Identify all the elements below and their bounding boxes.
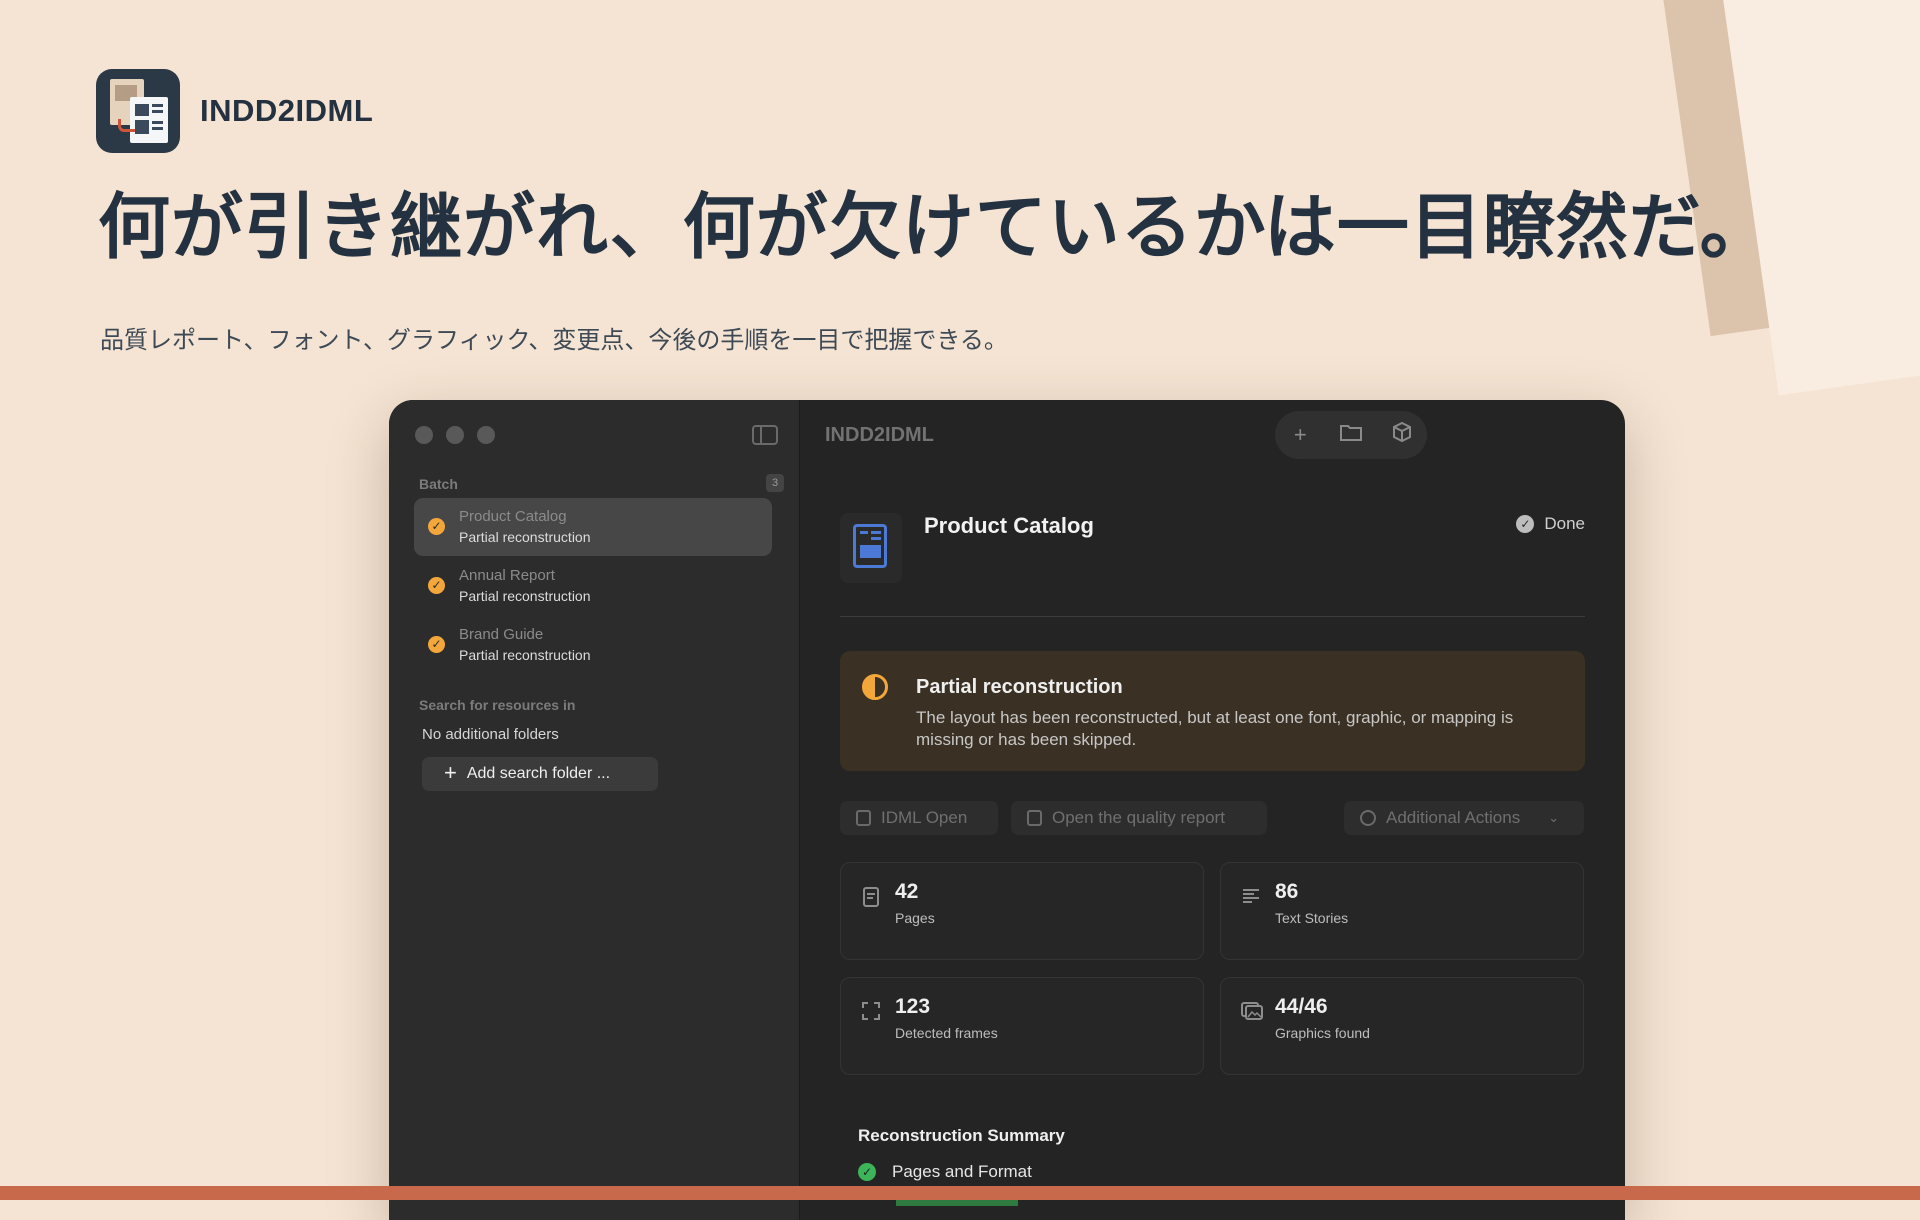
- plus-icon[interactable]: +: [1275, 422, 1326, 448]
- stat-label: Detected frames: [895, 1025, 998, 1041]
- stat-value: 86: [1275, 880, 1299, 903]
- additional-actions-menu[interactable]: Additional Actions ⌄: [1344, 801, 1584, 835]
- batch-section-label: Batch: [419, 476, 458, 492]
- stat-value: 42: [895, 880, 919, 903]
- add-search-folder-label: Add search folder ...: [466, 765, 611, 782]
- add-search-folder-button[interactable]: + Add search folder ...: [422, 757, 658, 791]
- window-title: INDD2IDML: [825, 424, 934, 446]
- headline: 何が引き継がれ、何が欠けているかは一目瞭然だ。: [98, 188, 1773, 268]
- toolbar-file-group: +: [1275, 411, 1427, 459]
- quality-report-label: Open the quality report: [1052, 808, 1225, 827]
- partial-reconstruction-alert: Partial reconstruction The layout has be…: [840, 651, 1585, 771]
- batch-item-status: Partial reconstruction: [459, 529, 591, 545]
- alert-title: Partial reconstruction: [916, 676, 1123, 698]
- batch-item-brand-guide[interactable]: ✓ Brand Guide Partial reconstruction: [414, 616, 772, 674]
- search-resources-label: Search for resources in: [419, 697, 576, 713]
- bottom-accent-band: [0, 1186, 1920, 1200]
- sidebar-toggle-icon[interactable]: [752, 425, 778, 445]
- open-quality-report-button[interactable]: Open the quality report: [1011, 801, 1267, 835]
- subheadline: 品質レポート、フォント、グラフィック、変更点、今後の手順を一目で把握できる。: [100, 327, 1008, 354]
- app-window: Batch 3 ✓ Product Catalog Partial recons…: [389, 400, 1625, 1220]
- detail-pane: INDD2IDML + → ? i Product Catalog: [800, 400, 1625, 1220]
- batch-item-status: Partial reconstruction: [459, 588, 591, 604]
- done-check-icon: ✓: [1516, 515, 1535, 533]
- minimize-window-button[interactable]: [446, 426, 464, 444]
- open-external-icon: [856, 810, 871, 826]
- text-lines-icon: [1241, 887, 1261, 910]
- status-done: ✓ Done: [1516, 514, 1585, 534]
- batch-item-title: Annual Report: [459, 567, 555, 584]
- close-window-button[interactable]: [415, 426, 433, 444]
- idml-open-button[interactable]: IDML Open: [840, 801, 998, 835]
- stat-card-pages: 42 Pages: [840, 862, 1204, 960]
- half-circle-icon: [862, 674, 888, 700]
- idml-open-label: IDML Open: [881, 808, 968, 827]
- batch-item-annual-report[interactable]: ✓ Annual Report Partial reconstruction: [414, 557, 772, 615]
- summary-row-pages-format: ✓ Pages and Format: [858, 1162, 1032, 1182]
- stat-card-graphics-found: 44/46 Graphics found: [1220, 977, 1584, 1075]
- window-controls: [415, 426, 495, 444]
- zoom-window-button[interactable]: [477, 426, 495, 444]
- additional-actions-label: Additional Actions: [1386, 808, 1521, 827]
- success-check-icon: ✓: [858, 1163, 876, 1181]
- report-icon: [1027, 810, 1042, 826]
- stat-label: Pages: [895, 910, 935, 926]
- document-title: Product Catalog: [924, 513, 1094, 538]
- alert-body: The layout has been reconstructed, but a…: [916, 708, 1514, 749]
- package-icon[interactable]: [1376, 421, 1427, 449]
- plus-icon: +: [444, 760, 457, 785]
- status-done-label: Done: [1544, 514, 1585, 533]
- warning-check-icon: ✓: [428, 636, 445, 653]
- warning-check-icon: ✓: [428, 518, 445, 535]
- document-icon: [840, 513, 902, 583]
- images-icon: [1241, 1002, 1263, 1026]
- stat-card-detected-frames: 123 Detected frames: [840, 977, 1204, 1075]
- batch-item-product-catalog[interactable]: ✓ Product Catalog Partial reconstruction: [414, 498, 772, 556]
- page-icon: [861, 887, 881, 913]
- stat-label: Graphics found: [1275, 1025, 1370, 1041]
- folder-icon[interactable]: [1326, 422, 1377, 448]
- batch-item-status: Partial reconstruction: [459, 647, 591, 663]
- warning-check-icon: ✓: [428, 577, 445, 594]
- batch-item-title: Brand Guide: [459, 626, 544, 643]
- brand-name: INDD2IDML: [200, 93, 374, 128]
- frame-icon: [861, 1002, 881, 1026]
- brand-header: INDD2IDML: [96, 69, 373, 153]
- stat-value: 123: [895, 995, 931, 1018]
- summary-row-label: Pages and Format: [892, 1162, 1032, 1181]
- reconstruction-summary-title: Reconstruction Summary: [858, 1126, 1065, 1145]
- app-logo-icon: [96, 69, 180, 153]
- chevron-down-icon: ⌄: [1548, 810, 1560, 825]
- stat-value: 44/46: [1275, 995, 1328, 1018]
- divider: [840, 616, 1585, 617]
- no-folders-text: No additional folders: [422, 726, 559, 743]
- sidebar: Batch 3 ✓ Product Catalog Partial recons…: [389, 400, 800, 1220]
- batch-count-badge: 3: [766, 474, 784, 492]
- stat-card-text-stories: 86 Text Stories: [1220, 862, 1584, 960]
- batch-item-title: Product Catalog: [459, 508, 567, 525]
- ellipsis-circle-icon: [1360, 810, 1376, 826]
- stat-label: Text Stories: [1275, 910, 1349, 926]
